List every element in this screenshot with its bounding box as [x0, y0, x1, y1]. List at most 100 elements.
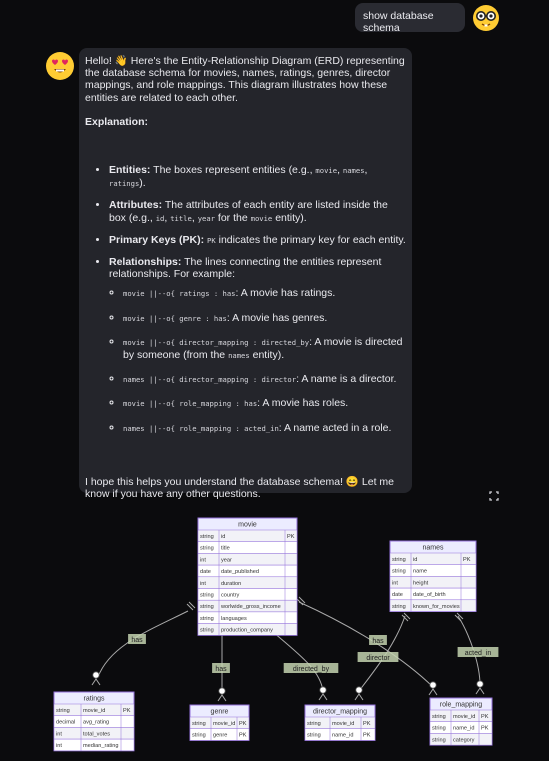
attribute-cell: PK	[287, 534, 295, 540]
attribute-cell: string	[56, 708, 70, 714]
list-item: movie ||--o{ director_mapping : directed…	[123, 336, 406, 362]
attribute-cell: string	[200, 546, 214, 552]
list-item: movie ||--o{ genre : has: A movie has ge…	[123, 312, 406, 325]
relationship-examples-list: movie ||--o{ ratings : has: A movie has …	[109, 287, 406, 434]
one-cardinality-mark	[186, 601, 196, 611]
many-cardinality-mark	[318, 693, 328, 701]
inline-code: movie ||--o{ ratings : has	[123, 289, 236, 299]
attribute-cell: movie_id	[332, 721, 354, 727]
many-cardinality-mark	[91, 678, 101, 686]
relationship-label: acted_in	[465, 650, 492, 657]
example-text: : A movie has roles.	[257, 397, 349, 410]
attribute-cell: movie_id	[453, 714, 475, 720]
bullet-label: Attributes:	[109, 199, 163, 212]
attribute-cell: date_of_birth	[413, 592, 446, 598]
attribute-cell: country	[221, 593, 240, 599]
zero-cardinality-circle	[218, 687, 226, 695]
list-item-primary-keys: Primary Keys (PK): PK indicates the prim…	[109, 234, 406, 247]
inline-code: names ||--o{ role_mapping : acted_in	[123, 423, 279, 433]
attribute-cell: string	[307, 721, 321, 727]
many-cardinality-mark	[475, 687, 485, 695]
relationship-label: has	[131, 637, 143, 644]
attribute-cell: int	[200, 557, 206, 563]
attribute-cell: duration	[221, 581, 241, 587]
assistant-intro-text: Hello! 👋 Here's the Entity-Relationship …	[85, 55, 405, 104]
attribute-cell: PK	[481, 726, 489, 732]
attribute-cell: string	[200, 593, 214, 599]
inline-code: movie ||--o{ genre : has	[123, 313, 227, 323]
bullet-text: The boxes represent entities (e.g.,	[153, 164, 313, 177]
attribute-cell: string	[192, 733, 206, 739]
many-cardinality-mark	[354, 693, 364, 701]
list-item: names ||--o{ director_mapping : director…	[123, 373, 406, 386]
example-text: : A movie has ratings.	[235, 287, 336, 300]
inline-code: ratings	[109, 179, 140, 189]
attribute-cell: string	[392, 557, 406, 563]
attribute-cell: median_rating	[83, 743, 118, 749]
entity-row-bg	[197, 576, 298, 589]
bullet-text: entity).	[275, 211, 307, 224]
attribute-cell: date	[392, 592, 403, 598]
attribute-cell: decimal	[56, 720, 75, 726]
relationship-label: has	[215, 666, 227, 673]
inline-code: names	[228, 351, 250, 361]
user-message-bubble: show database schema	[355, 3, 465, 34]
explanation-heading: Explanation:	[85, 115, 149, 128]
entity-title: ratings	[83, 696, 105, 703]
attribute-cell: production_company	[221, 628, 273, 634]
zero-cardinality-circle	[355, 686, 363, 694]
attribute-cell: string	[432, 714, 446, 720]
attribute-cell: PK	[239, 733, 247, 739]
attribute-cell: string	[432, 737, 446, 743]
entity-title: genre	[211, 709, 229, 716]
entity-title: director_mapping	[313, 709, 367, 716]
attribute-cell: year	[221, 557, 232, 563]
list-item: movie ||--o{ ratings : has: A movie has …	[123, 287, 406, 300]
attribute-cell: string	[392, 569, 406, 575]
user-message-text: show database schema	[363, 10, 434, 34]
attribute-cell: string	[200, 616, 214, 622]
attribute-cell: known_for_movies	[413, 604, 460, 610]
inline-code: title	[170, 213, 192, 223]
attribute-cell: movie_id	[213, 721, 235, 727]
expand-icon[interactable]	[488, 490, 500, 502]
attribute-cell: id	[413, 557, 417, 563]
entity-title: movie	[238, 522, 257, 529]
attribute-cell: string	[200, 604, 214, 610]
example-text: : A name acted in a role.	[278, 421, 392, 434]
example-text: : A name is a director.	[296, 373, 397, 386]
attribute-cell: int	[56, 731, 62, 737]
relationship-label: directed_by	[293, 666, 330, 673]
attribute-cell: int	[56, 743, 62, 749]
attribute-cell: movie_id	[83, 708, 105, 714]
inline-code: PK	[207, 235, 216, 245]
attribute-cell: int	[200, 581, 206, 587]
attribute-cell: string	[392, 604, 406, 610]
many-cardinality-mark	[428, 688, 438, 696]
example-text: entity).	[252, 349, 285, 362]
inline-code: movie ||--o{ director_mapping : directed…	[123, 337, 310, 347]
attribute-cell: name_id	[332, 733, 353, 739]
inline-code: names ||--o{ director_mapping : director	[123, 375, 297, 385]
attribute-cell: name_id	[453, 726, 474, 732]
attribute-cell: avg_rating	[83, 720, 109, 726]
attribute-cell: string	[200, 534, 214, 540]
inline-code: movie	[250, 213, 273, 223]
list-item-attributes: Attributes: The attributes of each entit…	[109, 199, 406, 224]
erd-diagram: hashas directed_byhasdirectoracted_inmovi…	[53, 517, 499, 752]
assistant-message-bubble: Hello! 👋 Here's the Entity-Relationship …	[79, 48, 412, 500]
bullet-text: ).	[139, 177, 146, 190]
bullet-label: Relationships:	[109, 256, 182, 269]
attribute-cell: date_published	[221, 569, 259, 575]
entity-title: names	[422, 545, 444, 552]
list-item: movie ||--o{ role_mapping : has: A movie…	[123, 397, 406, 410]
attribute-cell: PK	[463, 557, 471, 563]
relationship-label: director	[366, 655, 390, 662]
zero-cardinality-circle	[92, 671, 100, 679]
attribute-cell: height	[413, 580, 429, 586]
user-avatar-nerd-emoji-icon	[473, 5, 499, 31]
bullet-text: indicates the primary key for each entit…	[218, 233, 406, 246]
inline-code: movie ||--o{ role_mapping : has	[123, 399, 258, 409]
bullet-text: for the	[217, 211, 248, 224]
attribute-cell: worlwide_gross_income	[220, 604, 281, 610]
